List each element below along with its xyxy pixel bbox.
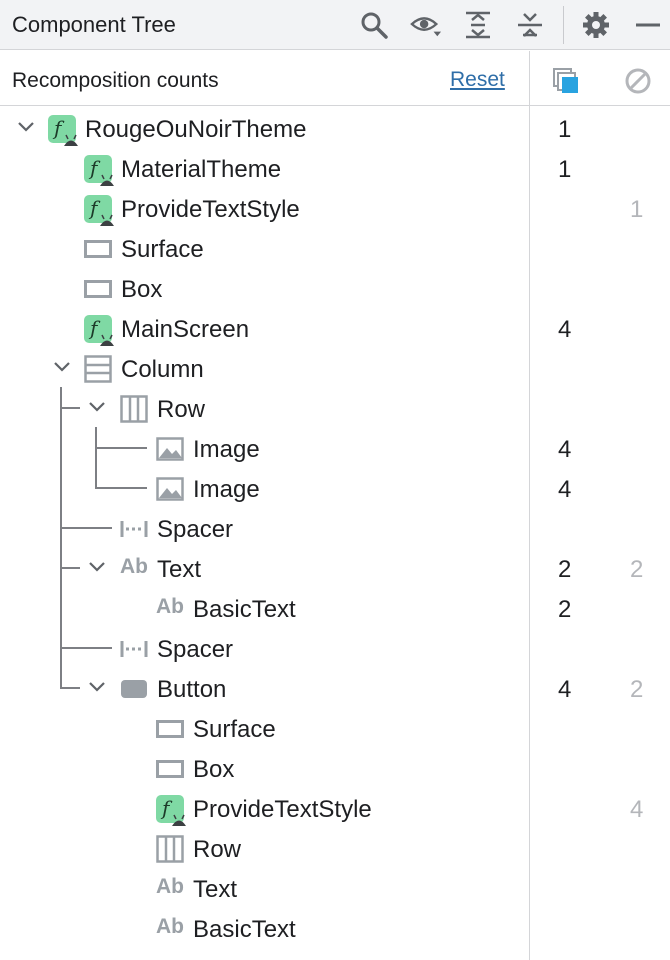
tree-row-materialtheme[interactable]: f MaterialTheme 1 xyxy=(0,149,670,189)
tree-row-box[interactable]: Box xyxy=(0,269,670,309)
panel-titlebar: Component Tree xyxy=(0,0,670,50)
box-outline-icon xyxy=(156,720,184,738)
composable-icon: f xyxy=(84,315,114,346)
skip-count: 2 xyxy=(630,556,644,583)
row-layout-icon xyxy=(156,835,184,863)
tree-node-name: Button xyxy=(157,676,227,703)
tree-row-rougeounoirtheme[interactable]: f RougeOuNoirTheme 1 xyxy=(0,109,670,149)
tree-node-name: RougeOuNoirTheme xyxy=(85,116,307,143)
recomposition-count: 4 xyxy=(558,676,572,703)
minimize-icon[interactable] xyxy=(632,9,664,41)
tree-row-image[interactable]: Image 4 xyxy=(0,469,670,509)
box-outline-icon xyxy=(84,240,112,258)
tree-row-spacer[interactable]: Spacer xyxy=(0,509,670,549)
column-layout-icon xyxy=(84,355,112,383)
chevron-down-icon[interactable] xyxy=(52,357,72,377)
tree-node-name: BasicText xyxy=(193,916,296,943)
tree-node-name: ProvideTextStyle xyxy=(193,796,372,823)
tree-row-image[interactable]: Image 4 xyxy=(0,429,670,469)
spacer-icon xyxy=(120,641,148,657)
tree-row-basictext[interactable]: Ab BasicText 2 xyxy=(0,589,670,629)
recomposition-count-icon xyxy=(552,67,580,95)
tree-node-name: BasicText xyxy=(193,596,296,623)
text-ab-icon: Ab xyxy=(156,915,184,938)
image-icon xyxy=(156,437,184,461)
tree-row-surface[interactable]: Surface xyxy=(0,229,670,269)
component-tree: f RougeOuNoirTheme 1 f MaterialTheme 1 f… xyxy=(0,107,670,960)
tree-node-name: Surface xyxy=(121,236,204,263)
tree-row-row[interactable]: Row xyxy=(0,389,670,429)
tree-node-name: MaterialTheme xyxy=(121,156,282,183)
recomposition-count: 4 xyxy=(558,316,572,343)
collapse-all-icon[interactable] xyxy=(514,9,546,41)
button-icon xyxy=(121,680,147,698)
tree-node-name: Column xyxy=(121,356,204,383)
tree-node-name: MainScreen xyxy=(121,316,250,343)
chevron-down-icon[interactable] xyxy=(87,557,107,577)
skip-count: 1 xyxy=(630,196,644,223)
eye-dropdown-icon[interactable] xyxy=(410,9,442,41)
search-icon[interactable] xyxy=(358,9,390,41)
tree-node-name: Box xyxy=(121,276,163,303)
tree-row-text[interactable]: Ab Text xyxy=(0,869,670,909)
tree-row-box[interactable]: Box xyxy=(0,749,670,789)
composable-icon: f xyxy=(48,115,78,146)
tree-row-button[interactable]: Button 4 2 xyxy=(0,669,670,709)
tree-row-text[interactable]: Ab Text 2 2 xyxy=(0,549,670,589)
recomposition-count: 2 xyxy=(558,556,572,583)
row-layout-icon xyxy=(120,395,148,423)
chevron-down-icon[interactable] xyxy=(87,397,107,417)
tree-row-providetextstyle[interactable]: f ProvideTextStyle 1 xyxy=(0,189,670,229)
composable-icon: f xyxy=(84,195,114,226)
tree-row-column[interactable]: Column xyxy=(0,349,670,389)
tree-node-name: Surface xyxy=(193,716,276,743)
tree-node-name: Image xyxy=(193,476,260,503)
chevron-down-icon[interactable] xyxy=(16,117,36,137)
recomposition-counts-label: Recomposition counts xyxy=(12,69,219,92)
recomposition-count: 1 xyxy=(558,156,572,183)
skip-count-icon xyxy=(624,67,652,95)
reset-link[interactable]: Reset xyxy=(450,68,505,92)
recomposition-header: Recomposition counts Reset xyxy=(0,51,670,106)
tree-node-name: Image xyxy=(193,436,260,463)
composable-icon: f xyxy=(156,795,186,826)
tree-row-spacer[interactable]: Spacer xyxy=(0,629,670,669)
recomposition-count: 4 xyxy=(558,436,572,463)
box-outline-icon xyxy=(84,280,112,298)
skip-count: 4 xyxy=(630,796,644,823)
tree-row-providetextstyle[interactable]: f ProvideTextStyle 4 xyxy=(0,789,670,829)
spacer-icon xyxy=(120,521,148,537)
text-ab-icon: Ab xyxy=(156,595,184,618)
tree-row-mainscreen[interactable]: f MainScreen 4 xyxy=(0,309,670,349)
tree-row-surface[interactable]: Surface xyxy=(0,709,670,749)
expand-all-icon[interactable] xyxy=(462,9,494,41)
recomposition-count: 1 xyxy=(558,116,572,143)
recomposition-count: 2 xyxy=(558,596,572,623)
tree-node-name: Box xyxy=(193,756,235,783)
composable-icon: f xyxy=(84,155,114,186)
toolbar-separator xyxy=(563,6,564,44)
tree-row-row[interactable]: Row xyxy=(0,829,670,869)
tree-node-name: Row xyxy=(157,396,206,423)
image-icon xyxy=(156,477,184,501)
chevron-down-icon[interactable] xyxy=(87,677,107,697)
recomposition-count: 4 xyxy=(558,476,572,503)
tree-node-name: Spacer xyxy=(157,636,234,663)
text-ab-icon: Ab xyxy=(120,555,148,578)
tree-node-name: Text xyxy=(157,556,202,583)
panel-title: Component Tree xyxy=(12,12,176,37)
tree-node-name: ProvideTextStyle xyxy=(121,196,300,223)
tree-node-name: Spacer xyxy=(157,516,234,543)
tree-node-name: Text xyxy=(193,876,238,903)
text-ab-icon: Ab xyxy=(156,875,184,898)
tree-row-basictext[interactable]: Ab BasicText xyxy=(0,909,670,949)
box-outline-icon xyxy=(156,760,184,778)
tree-node-name: Row xyxy=(193,836,242,863)
skip-count: 2 xyxy=(630,676,644,703)
gear-icon[interactable] xyxy=(580,9,612,41)
